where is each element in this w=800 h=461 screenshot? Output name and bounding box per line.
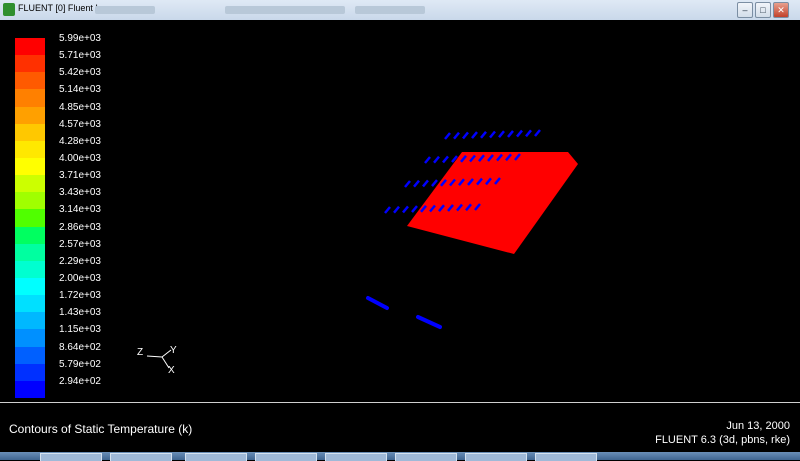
plot-title: Contours of Static Temperature (k) bbox=[9, 422, 193, 436]
cold-strip-dash bbox=[471, 131, 478, 139]
cold-strip-dash bbox=[404, 180, 411, 188]
contour-scene[interactable]: Z Y X bbox=[0, 0, 800, 402]
axis-triad: Z Y X bbox=[137, 345, 177, 376]
os-taskbar[interactable] bbox=[0, 452, 800, 461]
cold-strip-dash bbox=[534, 129, 541, 137]
cold-strip-dash bbox=[431, 179, 438, 187]
cold-strip-dash bbox=[489, 130, 496, 139]
cold-strip-dash bbox=[402, 205, 409, 214]
cold-strip-dash bbox=[498, 130, 505, 139]
cold-strip-dash bbox=[393, 205, 400, 214]
cold-strip-dash bbox=[411, 205, 418, 213]
cold-strip-dash bbox=[462, 131, 469, 140]
cold-strip-dash bbox=[525, 129, 532, 138]
plot-footer: Contours of Static Temperature (k) Jun 1… bbox=[0, 402, 800, 453]
x-axis-label: X bbox=[168, 365, 175, 376]
cold-strip-dash bbox=[507, 130, 514, 138]
lower-strip bbox=[366, 296, 389, 310]
cold-strip-dash bbox=[444, 132, 451, 140]
z-axis-label: Z bbox=[137, 347, 143, 358]
cold-strip-dash bbox=[413, 179, 420, 188]
lower-strip bbox=[416, 315, 442, 329]
cold-strip-dash bbox=[453, 131, 460, 140]
y-axis-label: Y bbox=[170, 345, 177, 356]
cold-strip-dash bbox=[433, 155, 440, 164]
cold-strip-dash bbox=[422, 179, 429, 188]
cold-strip-dash bbox=[424, 156, 431, 164]
cold-strip-dash bbox=[384, 206, 391, 214]
cold-strip-dash bbox=[442, 155, 449, 164]
z-axis-line bbox=[146, 355, 163, 358]
plot-date: Jun 13, 2000 bbox=[726, 420, 790, 432]
cold-strip-dash bbox=[516, 129, 523, 138]
hot-block bbox=[407, 152, 578, 254]
solver-version: FLUENT 6.3 (3d, pbns, rke) bbox=[655, 434, 790, 446]
cold-strip-dash bbox=[480, 130, 487, 139]
